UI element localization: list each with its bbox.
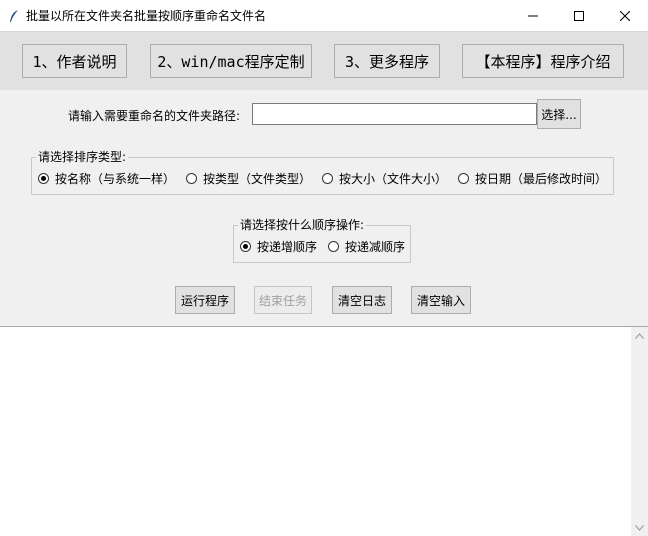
chevron-down-icon — [635, 524, 644, 531]
top-toolbar: 1、作者说明 2、win/mac程序定制 3、更多程序 【本程序】程序介绍 — [0, 32, 648, 90]
order-legend: 请选择按什么顺序操作: — [238, 217, 367, 233]
radio-label: 按名称（与系统一样） — [55, 172, 176, 186]
scroll-down-button[interactable] — [631, 519, 648, 536]
stop-task-button: 结束任务 — [254, 286, 312, 314]
program-intro-button[interactable]: 【本程序】程序介绍 — [462, 44, 624, 78]
clear-log-button[interactable]: 清空日志 — [332, 286, 392, 314]
sort-by-size-radio[interactable]: 按大小（文件大小） — [322, 170, 447, 187]
window-title: 批量以所在文件夹名批量按顺序重命名文件名 — [26, 9, 267, 23]
main-panel: 请输入需要重命名的文件夹路径: 选择... 请选择排序类型: 按名称（与系统一样… — [0, 90, 648, 326]
minimize-icon — [528, 15, 538, 17]
custom-program-button[interactable]: 2、win/mac程序定制 — [150, 44, 312, 78]
folder-path-input[interactable] — [252, 103, 537, 125]
run-button[interactable]: 运行程序 — [175, 286, 235, 314]
sort-by-type-radio[interactable]: 按类型（文件类型） — [186, 170, 311, 187]
radio-label: 按类型（文件类型） — [203, 172, 312, 186]
sort-by-name-radio[interactable]: 按名称（与系统一样） — [38, 170, 175, 187]
radio-indicator — [458, 173, 469, 184]
log-textarea[interactable] — [0, 327, 630, 535]
log-scrollbar[interactable] — [631, 327, 648, 536]
sort-by-date-radio[interactable]: 按日期（最后修改时间） — [458, 170, 607, 187]
radio-indicator — [186, 173, 197, 184]
radio-indicator — [328, 241, 339, 252]
ascending-radio[interactable]: 按递增顺序 — [240, 238, 317, 255]
sort-type-group: 请选择排序类型: 按名称（与系统一样） 按类型（文件类型） 按大小（文件大小） … — [31, 149, 614, 195]
author-info-button[interactable]: 1、作者说明 — [22, 44, 127, 78]
close-button[interactable] — [602, 0, 648, 32]
order-group: 请选择按什么顺序操作: 按递增顺序 按递减顺序 — [233, 217, 411, 263]
chevron-up-icon — [635, 332, 644, 339]
folder-path-label: 请输入需要重命名的文件夹路径: — [68, 109, 241, 123]
radio-indicator — [240, 241, 251, 252]
radio-indicator — [38, 173, 49, 184]
scroll-up-button[interactable] — [631, 327, 648, 344]
minimize-button[interactable] — [510, 0, 556, 32]
sort-type-legend: 请选择排序类型: — [36, 149, 129, 165]
radio-indicator — [322, 173, 333, 184]
close-icon — [620, 11, 630, 21]
maximize-icon — [574, 11, 584, 21]
feather-icon — [10, 10, 18, 22]
maximize-button[interactable] — [556, 0, 602, 32]
descending-radio[interactable]: 按递减顺序 — [328, 238, 405, 255]
log-panel — [0, 326, 648, 536]
radio-label: 按递减顺序 — [345, 240, 406, 254]
clear-input-button[interactable]: 清空输入 — [411, 286, 471, 314]
radio-label: 按日期（最后修改时间） — [475, 172, 608, 186]
browse-button[interactable]: 选择... — [537, 99, 581, 129]
more-programs-button[interactable]: 3、更多程序 — [334, 44, 440, 78]
radio-label: 按递增顺序 — [257, 240, 318, 254]
title-bar: 批量以所在文件夹名批量按顺序重命名文件名 — [0, 0, 648, 32]
radio-label: 按大小（文件大小） — [339, 172, 448, 186]
